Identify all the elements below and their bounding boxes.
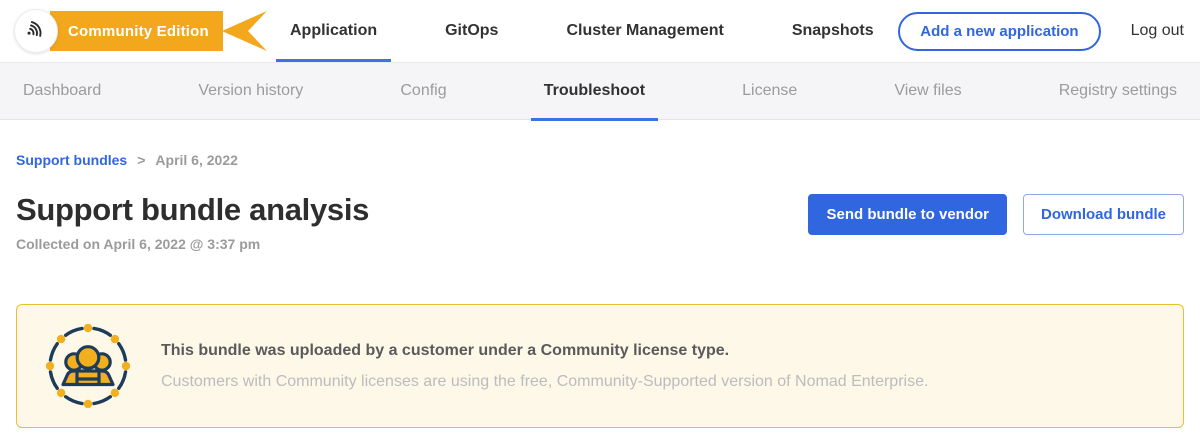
collected-timestamp: Collected on April 6, 2022 @ 3:37 pm [16, 236, 369, 252]
topnav-right: Add a new application Log out [898, 12, 1184, 51]
add-new-application-button[interactable]: Add a new application [898, 12, 1100, 51]
bundle-actions: Send bundle to vendor Download bundle [808, 192, 1184, 235]
replicated-logo-icon [22, 15, 50, 48]
page-title: Support bundle analysis [16, 192, 369, 228]
subnav-item-license[interactable]: License [729, 62, 810, 120]
top-nav: Community Edition Application GitOps Clu… [0, 0, 1200, 62]
tab-gitops[interactable]: GitOps [431, 0, 512, 62]
title-row: Support bundle analysis Collected on Apr… [16, 192, 1184, 252]
subnav-item-version-history[interactable]: Version history [185, 62, 316, 120]
tab-cluster-management[interactable]: Cluster Management [552, 0, 737, 62]
download-bundle-button[interactable]: Download bundle [1023, 194, 1184, 235]
main-content: Support bundles > April 6, 2022 Support … [0, 152, 1200, 428]
breadcrumb-current: April 6, 2022 [155, 152, 238, 168]
tab-snapshots[interactable]: Snapshots [778, 0, 888, 62]
subnav-item-troubleshoot[interactable]: Troubleshoot [531, 62, 658, 120]
community-edition-badge: Community Edition [50, 11, 267, 51]
breadcrumb-separator: > [137, 152, 145, 168]
replicated-logo[interactable] [14, 9, 58, 53]
collected-date: April 6, 2022 @ 3:37 pm [103, 236, 260, 252]
breadcrumb-support-bundles-link[interactable]: Support bundles [16, 152, 127, 168]
tab-application[interactable]: Application [276, 0, 391, 62]
send-bundle-to-vendor-button[interactable]: Send bundle to vendor [808, 194, 1007, 235]
logout-link[interactable]: Log out [1131, 22, 1184, 40]
alert-text: This bundle was uploaded by a customer u… [161, 342, 928, 391]
alert-body: Customers with Community licenses are us… [161, 373, 928, 391]
application-subnav: Dashboard Version history Config Trouble… [0, 62, 1200, 120]
community-people-icon [45, 323, 131, 409]
community-license-alert: This bundle was uploaded by a customer u… [16, 304, 1184, 428]
ribbon-tail-icon [222, 11, 267, 51]
title-block: Support bundle analysis Collected on Apr… [16, 192, 369, 252]
subnav-item-config[interactable]: Config [387, 62, 459, 120]
subnav-item-registry-settings[interactable]: Registry settings [1046, 62, 1190, 120]
breadcrumb: Support bundles > April 6, 2022 [16, 152, 1184, 168]
community-edition-badge-label: Community Edition [50, 11, 223, 51]
brand-area: Community Edition [14, 9, 276, 53]
subnav-item-view-files[interactable]: View files [881, 62, 974, 120]
subnav-item-dashboard[interactable]: Dashboard [10, 62, 114, 120]
alert-title: This bundle was uploaded by a customer u… [161, 342, 928, 360]
collected-prefix: Collected on [16, 236, 100, 252]
main-tabs: Application GitOps Cluster Management Sn… [276, 0, 888, 62]
